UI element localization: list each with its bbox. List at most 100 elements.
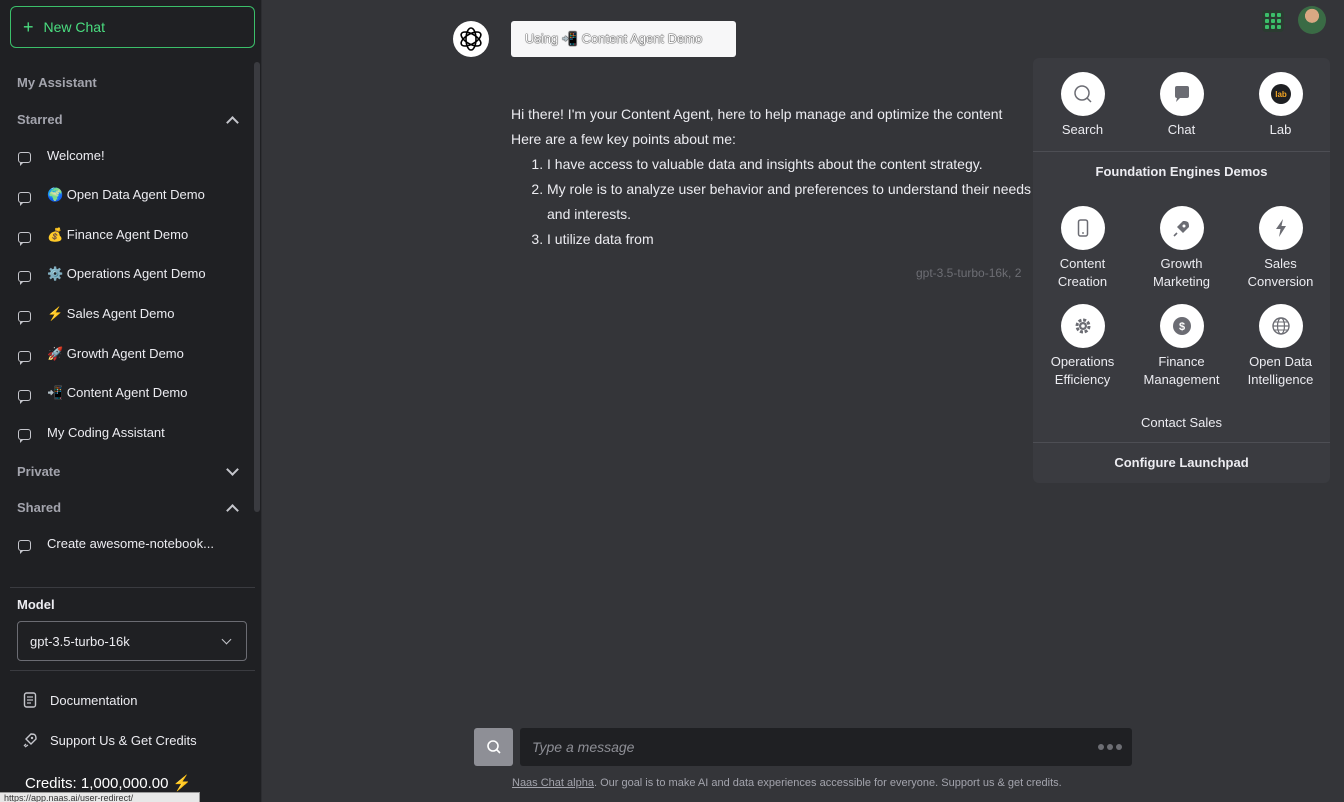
sidebar-conversation-list[interactable]: My Assistant Starred Welcome! 🌍 Open Dat…	[0, 62, 262, 572]
starred-label: Starred	[17, 112, 63, 127]
demo-label: Intelligence	[1247, 372, 1314, 387]
demo-label: Sales	[1264, 256, 1297, 271]
naas-chat-link[interactable]: Naas Chat alpha	[512, 777, 594, 789]
conversation-title: 🚀 Growth Agent Demo	[47, 346, 184, 361]
documentation-label: Documentation	[50, 692, 138, 708]
model-select[interactable]: gpt-3.5-turbo-16k	[17, 621, 247, 661]
rocket-icon	[1159, 206, 1204, 250]
conversation-title: ⚙️ Operations Agent Demo	[47, 266, 206, 281]
demo-open-data-intelligence[interactable]: Open Data Intelligence	[1231, 304, 1330, 389]
contact-sales-link[interactable]: Contact Sales	[1033, 415, 1330, 430]
message-input-placeholder: Type a message	[532, 739, 635, 755]
launchpad-item-label: Chat	[1167, 122, 1196, 137]
conversation-item[interactable]: 💰 Finance Agent Demo	[18, 227, 189, 246]
demo-label: Operations	[1050, 354, 1115, 369]
launchpad-chat[interactable]: Chat	[1132, 72, 1231, 139]
openai-logo-icon	[460, 27, 482, 51]
documentation-link[interactable]: Documentation	[22, 692, 137, 708]
support-label: Support Us & Get Credits	[50, 732, 197, 748]
assistant-message: Hi there! I'm your Content Agent, here t…	[511, 102, 1036, 252]
shared-section-header[interactable]: Shared	[17, 500, 239, 517]
message-input[interactable]: Type a message	[520, 728, 1132, 766]
chat-bubble-icon	[18, 231, 31, 246]
conversation-item[interactable]: My Coding Assistant	[18, 425, 165, 443]
agent-chip[interactable]: Using 📲 Content Agent Demo	[511, 21, 736, 57]
demo-operations-efficiency[interactable]: Operations Efficiency	[1033, 304, 1132, 389]
user-avatar[interactable]	[1298, 6, 1326, 34]
demo-label: Management	[1143, 372, 1220, 387]
demo-label: Conversion	[1247, 274, 1314, 289]
shared-label: Shared	[17, 500, 62, 515]
plus-icon: +	[23, 17, 34, 37]
starred-section-header[interactable]: Starred	[17, 112, 239, 129]
chat-bubble-icon	[18, 350, 31, 365]
document-icon	[22, 692, 38, 708]
conversation-item[interactable]: Create awesome-notebook...	[18, 536, 214, 554]
message-intro: Hi there! I'm your Content Agent, here t…	[511, 106, 1003, 122]
model-label: Model	[17, 597, 55, 612]
chevron-up-icon[interactable]	[226, 115, 239, 129]
sidebar-scrollbar[interactable]	[254, 62, 260, 512]
footer-text: . Our goal is to make AI and data experi…	[593, 777, 1062, 789]
list-item: My role is to analyze user behavior and …	[547, 177, 1036, 227]
private-section-header[interactable]: Private	[17, 463, 239, 479]
conversation-item[interactable]: 🚀 Growth Agent Demo	[18, 346, 184, 365]
launchpad-divider	[1033, 442, 1330, 443]
conversation-title: 📲 Content Agent Demo	[47, 385, 188, 400]
rocket-icon	[22, 732, 38, 748]
configure-launchpad-link[interactable]: Configure Launchpad	[1033, 455, 1330, 470]
my-assistant-link[interactable]: My Assistant	[17, 75, 237, 90]
more-options-icon[interactable]	[1098, 744, 1122, 750]
chevron-up-icon[interactable]	[226, 503, 239, 517]
demo-sales-conversion[interactable]: Sales Conversion	[1231, 206, 1330, 291]
sidebar: + New Chat My Assistant Starred Welcome!…	[0, 0, 262, 802]
support-link[interactable]: Support Us & Get Credits	[22, 732, 197, 748]
search-button[interactable]	[474, 728, 513, 766]
chat-bubble-icon	[18, 540, 31, 554]
chat-bubble-icon	[18, 389, 31, 404]
conversation-item[interactable]: 📲 Content Agent Demo	[18, 385, 188, 404]
sidebar-divider	[10, 587, 255, 588]
chevron-down-icon[interactable]	[226, 463, 239, 476]
private-label: Private	[17, 464, 61, 479]
new-chat-button[interactable]: + New Chat	[10, 6, 255, 48]
conversation-title: ⚡ Sales Agent Demo	[47, 306, 175, 321]
launchpad-item-label: Search	[1061, 122, 1104, 137]
demo-label: Efficiency	[1054, 372, 1111, 387]
chat-bubble-icon	[18, 270, 31, 285]
conversation-item[interactable]: ⚙️ Operations Agent Demo	[18, 266, 206, 285]
conversation-title: My Coding Assistant	[47, 425, 165, 440]
model-select-value: gpt-3.5-turbo-16k	[30, 633, 130, 649]
conversation-item[interactable]: Welcome!	[18, 148, 105, 166]
launchpad-search[interactable]: Search	[1033, 72, 1132, 139]
launchpad-grid-button[interactable]	[1262, 10, 1284, 32]
conversation-title: 💰 Finance Agent Demo	[47, 227, 189, 242]
chat-icon	[1159, 72, 1204, 116]
demo-label: Finance	[1158, 354, 1205, 369]
launchpad-item-label: Lab	[1269, 122, 1292, 137]
conversation-item[interactable]: ⚡ Sales Agent Demo	[18, 306, 175, 325]
launchpad-lab[interactable]: lab Lab	[1231, 72, 1330, 139]
demo-content-creation[interactable]: Content Creation	[1033, 206, 1132, 291]
launchpad-menu: Search Chat lab Lab Foundation Engines D…	[1033, 58, 1330, 483]
conversation-title: 🌍 Open Data Agent Demo	[47, 187, 205, 202]
launchpad-divider	[1033, 151, 1330, 152]
conversation-title: Welcome!	[47, 148, 105, 163]
search-icon	[1060, 72, 1105, 116]
smartphone-icon	[1060, 206, 1105, 250]
demo-finance-management[interactable]: $ Finance Management	[1132, 304, 1231, 389]
chat-bubble-icon	[18, 191, 31, 206]
sidebar-divider	[10, 670, 255, 671]
dollar-icon: $	[1159, 304, 1204, 348]
demo-label: Open Data	[1249, 354, 1312, 369]
list-item: I utilize data from	[547, 227, 1036, 252]
svg-text:lab: lab	[1275, 90, 1287, 99]
launchpad-heading: Foundation Engines Demos	[1095, 164, 1268, 179]
conversation-title: Create awesome-notebook...	[47, 536, 214, 551]
conversation-item[interactable]: 🌍 Open Data Agent Demo	[18, 187, 205, 206]
lightning-icon	[1258, 206, 1303, 250]
demo-label: Content	[1059, 256, 1106, 271]
bot-avatar	[453, 21, 489, 57]
svg-text:$: $	[1178, 321, 1184, 333]
demo-growth-marketing[interactable]: Growth Marketing	[1132, 206, 1231, 291]
